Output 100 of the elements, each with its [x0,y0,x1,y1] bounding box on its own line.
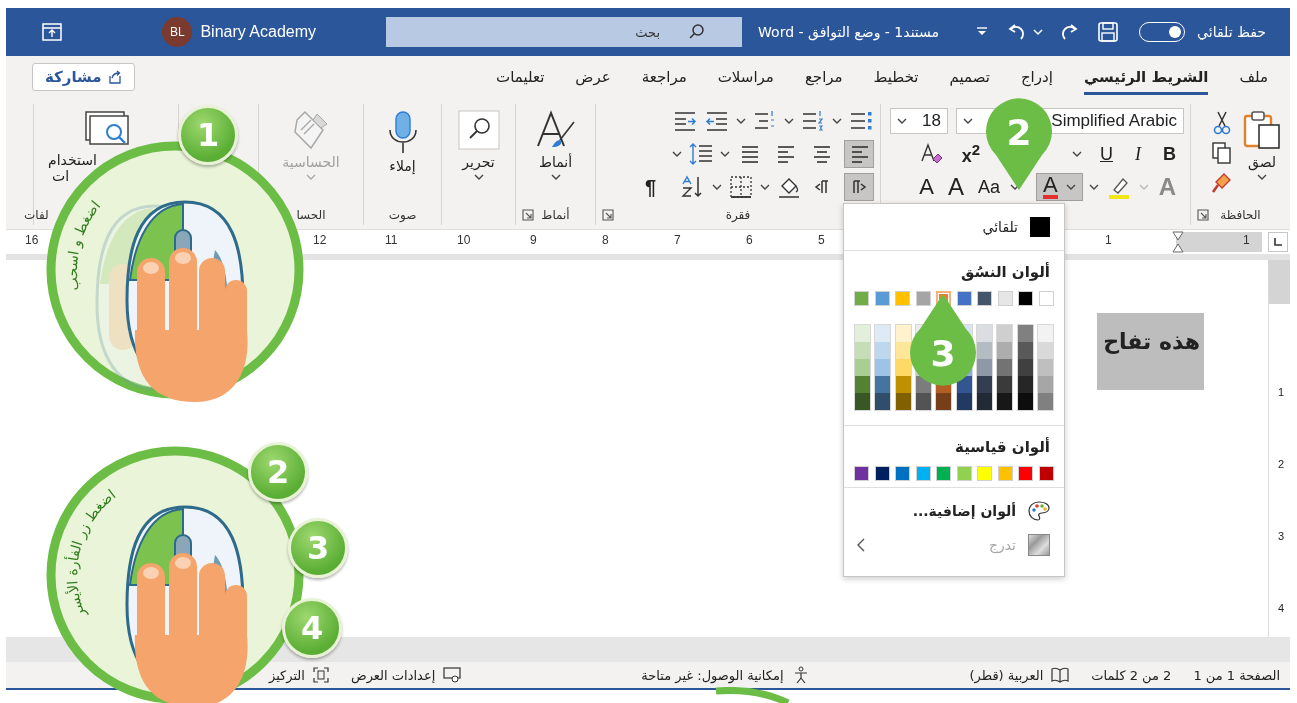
color-swatch[interactable] [1018,466,1034,481]
color-swatch[interactable] [1039,466,1054,481]
color-swatch[interactable] [1039,291,1054,306]
caret-icon [473,174,484,181]
ribbon-tab[interactable]: تخطيط [873,59,919,95]
indent-marker-icon[interactable] [1172,231,1184,253]
styles-button[interactable]: أنماط [533,110,578,181]
grow-font-button[interactable]: A [943,173,968,201]
status-text[interactable]: الصفحة 1 من 1 [1193,667,1280,683]
status-text[interactable]: إمكانية الوصول: غير متاحة [641,667,784,683]
ribbon-tab[interactable]: ملف [1239,59,1268,95]
color-swatch[interactable] [895,291,911,306]
color-swatch[interactable] [1018,291,1034,306]
color-swatch[interactable] [997,466,1013,481]
color-swatch[interactable] [874,291,890,306]
chevron-icon[interactable] [856,538,866,552]
share-button[interactable]: مشاركة [32,63,135,91]
color-swatch[interactable] [874,466,890,481]
caret-icon[interactable] [712,183,722,191]
button-label[interactable]: ات [52,168,70,184]
ribbon-tab[interactable]: عرض [575,59,611,95]
caret-icon[interactable] [760,183,770,191]
more-colors-item[interactable]: ألوان إضافية... [912,503,1016,519]
italic-button[interactable]: I [1131,140,1145,168]
color-swatch[interactable] [956,291,972,306]
group-label: أنماط [541,208,570,222]
caret-icon[interactable] [720,150,730,158]
caret-icon[interactable] [1088,183,1099,191]
underline-button[interactable]: U [1096,140,1117,168]
font-color-button[interactable]: A [1035,173,1083,201]
user-avatar[interactable]: BL [162,17,193,47]
alignment-button[interactable] [844,140,874,168]
show-marks-button[interactable]: ¶ [640,173,660,201]
gradient-swatch [1028,534,1050,556]
color-swatch[interactable] [936,466,952,481]
group-label: لفات [24,208,49,222]
ruler-number: 1 [1105,233,1112,247]
color-swatch[interactable] [977,466,993,481]
color-swatch[interactable] [915,291,931,306]
ribbon-tab[interactable]: إدراج [1020,59,1053,95]
save-icon[interactable] [1097,21,1120,43]
caret-icon[interactable] [832,117,842,125]
editing-button[interactable]: تحرير [457,110,500,181]
ribbon-tab[interactable]: مراسلات [717,59,774,95]
ruler-number: 3 [1277,530,1284,542]
launcher-icon[interactable] [1197,209,1209,221]
dictate-button[interactable]: إملاء [385,110,420,174]
copy-icon[interactable] [1210,140,1234,166]
ribbon-tab[interactable]: تعليمات [496,59,545,95]
display-settings-icon[interactable] [443,667,462,683]
color-swatch[interactable] [915,466,931,481]
caret-icon [897,117,907,125]
tab-selector[interactable] [1268,232,1288,252]
paste-button[interactable]: لصق [1242,110,1282,181]
callout-text: اضغط و اسحب [64,197,104,292]
borders-icon[interactable] [728,174,754,200]
font-size-field[interactable]: 18 [890,108,948,134]
user-name[interactable]: Binary Academy [200,23,317,41]
status-text[interactable]: إعدادات العرض [350,667,436,683]
launcher-icon[interactable] [522,209,534,221]
automatic-color-item[interactable]: تلقائي [854,210,1054,244]
ribbon-tab[interactable]: مراجع [804,59,843,95]
color-swatch[interactable] [854,466,870,481]
search-field[interactable]: بحث [386,17,743,47]
step-marker-tooltip: 3 [908,292,978,387]
caret-icon [1065,183,1076,191]
shrink-font-button[interactable]: A [915,173,938,201]
ribbon-tab[interactable]: مراجعة [641,59,687,95]
status-text[interactable]: العربية (قطر) [969,667,1044,683]
caret-icon [306,174,316,181]
numbered-list-icon[interactable] [800,108,826,134]
search-icon [457,110,500,150]
color-swatch[interactable] [956,466,972,481]
book-check-icon[interactable] [1051,667,1070,683]
ribbon-tab[interactable]: تصميم [949,59,990,95]
bold-button[interactable]: B [1159,140,1180,168]
caret-icon[interactable] [736,117,746,125]
color-swatch[interactable] [895,466,911,481]
palette-icon [1028,500,1050,522]
status-text[interactable]: 2 من 2 كلمات [1091,667,1172,683]
ribbon-tab[interactable]: الشريط الرئيسي [1083,59,1209,95]
text-direction-button[interactable] [844,173,874,201]
color-swatch[interactable] [977,291,993,306]
ruler-number: 8 [602,233,609,247]
button-label[interactable]: استخدام [48,152,97,168]
color-swatch[interactable] [854,291,870,306]
focus-icon[interactable] [312,667,329,683]
line-spacing-icon[interactable] [688,141,714,167]
ribbon-display-icon[interactable] [42,23,62,41]
caret-icon[interactable] [784,117,794,125]
superscript-button[interactable]: x$^{2}$ [957,140,984,168]
launcher-icon[interactable] [602,209,614,221]
tab-stop-icon [1273,237,1283,247]
color-swatch[interactable] [997,291,1013,306]
caret-icon [963,117,973,125]
change-case-button[interactable]: Aa [973,173,1004,201]
caret-icon[interactable] [672,150,682,158]
status-text[interactable]: التركيز [269,667,305,683]
caret-icon[interactable] [1072,150,1082,158]
menu-heading: ألوان النسُق [959,261,1051,283]
